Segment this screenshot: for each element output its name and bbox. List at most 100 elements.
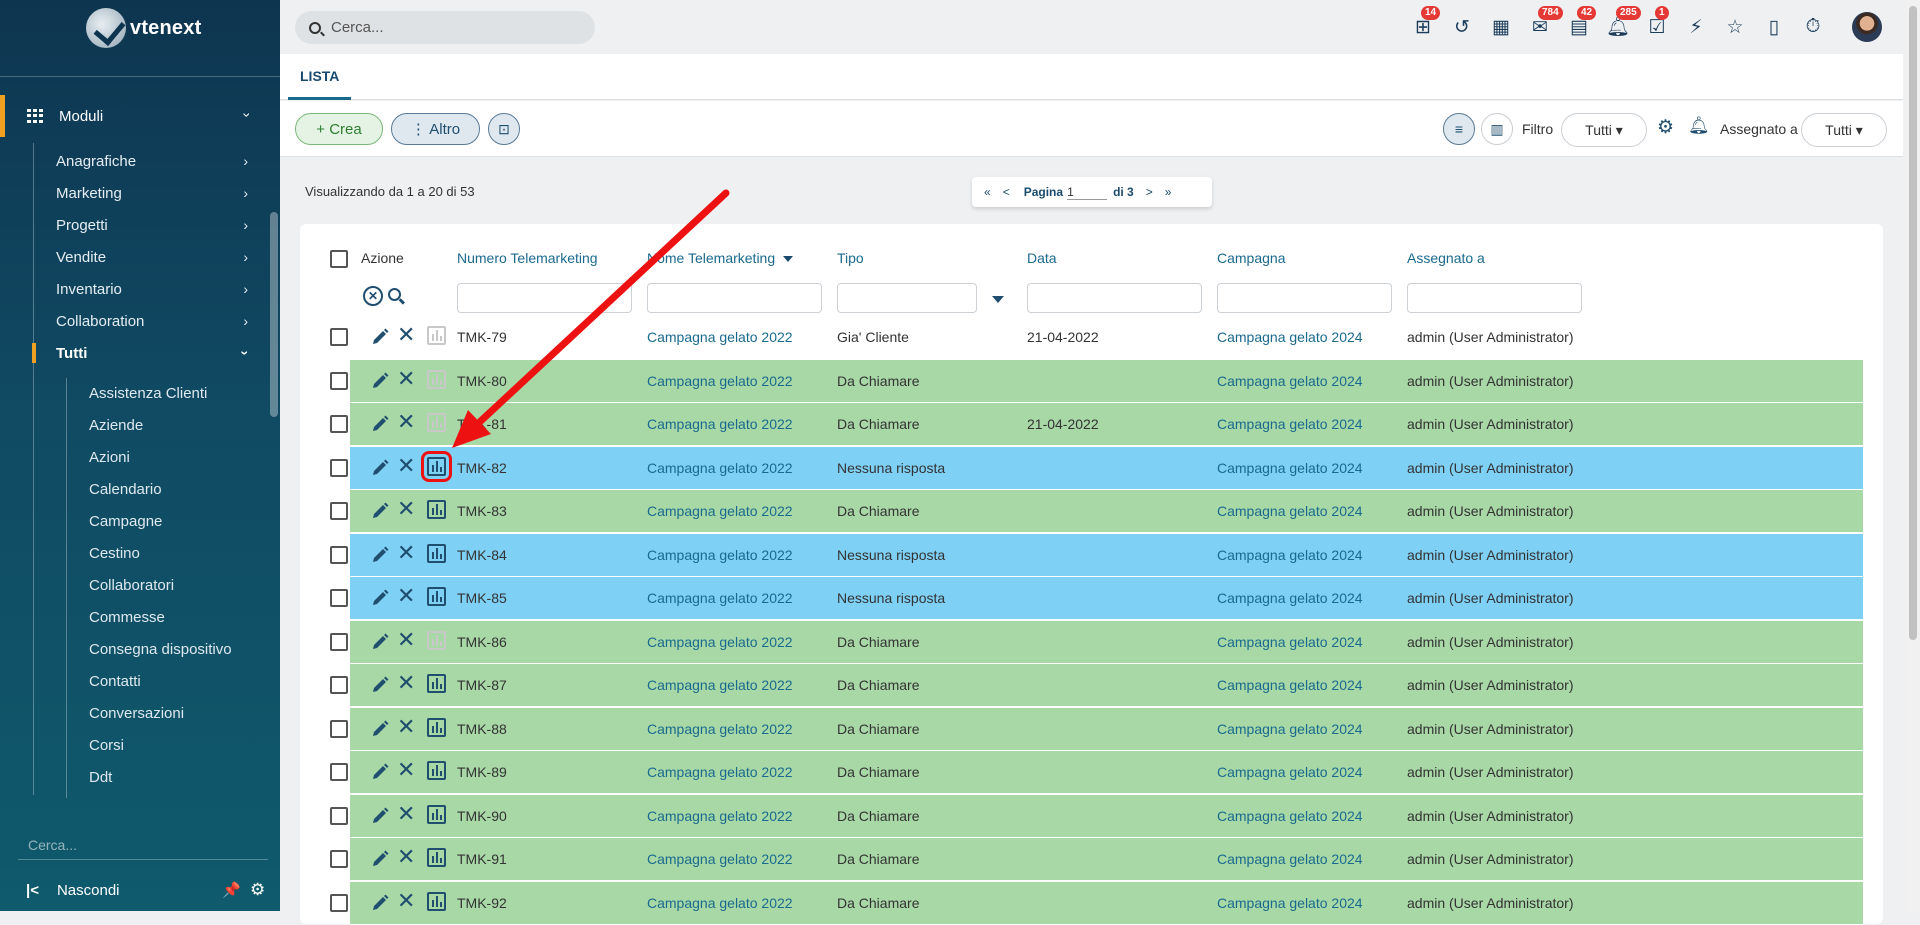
cell-campaign[interactable]: Campagna gelato 2024 [1217,460,1363,476]
edit-pencil-icon[interactable] [370,675,390,695]
sidebar-item-collaboration[interactable]: Collaboration › [56,307,256,335]
row-checkbox[interactable] [330,676,348,694]
sidebar-subitem[interactable]: Conversazioni [89,701,184,725]
table-row[interactable]: ✕ TMK-85 Campagna gelato 2022 Nessuna rispo… [330,577,1863,620]
sidebar-modules-toggle[interactable]: Moduli › [0,95,270,137]
page-input[interactable]: 1 [1067,185,1108,200]
bell-icon[interactable]: 🔔︎ [1688,116,1710,136]
create-button[interactable]: + Crea [295,113,383,145]
delete-icon[interactable]: ✕ [397,454,415,477]
edit-pencil-icon[interactable] [370,588,390,608]
sidebar-subitem[interactable]: Collaboratori [89,573,174,597]
col-header-assigned[interactable]: Assegnato a [1407,250,1485,266]
cell-campaign[interactable]: Campagna gelato 2024 [1217,895,1363,911]
filter-campaign-input[interactable] [1217,283,1392,313]
col-header-campaign[interactable]: Campagna [1217,250,1286,266]
processes-icon[interactable]: ⊞ 14 [1410,6,1441,40]
sidebar-item-inventario[interactable]: Inventario › [56,275,256,303]
cell-name[interactable]: Campagna gelato 2022 [647,895,793,911]
next-page-button[interactable]: > [1146,185,1153,199]
row-checkbox[interactable] [330,589,348,607]
hide-sidebar-button[interactable]: Nascondi [57,882,120,899]
table-row[interactable]: ✕ TMK-92 Campagna gelato 2022 Da Chiamare Ca… [330,881,1863,925]
delete-icon[interactable]: ✕ [397,541,415,564]
cell-name[interactable]: Campagna gelato 2022 [647,373,793,389]
collapse-icon[interactable]: |< [26,882,39,899]
table-row[interactable]: ✕ TMK-87 Campagna gelato 2022 Da Chiamare Ca… [330,664,1863,707]
prev-page-button[interactable]: < [1003,185,1010,199]
table-row[interactable]: ✕ TMK-90 Campagna gelato 2022 Da Chiamare Ca… [330,794,1863,838]
cell-name[interactable]: Campagna gelato 2022 [647,634,793,650]
cell-campaign[interactable]: Campagna gelato 2024 [1217,373,1363,389]
edit-pencil-icon[interactable] [370,545,390,565]
cell-name[interactable]: Campagna gelato 2022 [647,764,793,780]
row-checkbox[interactable] [330,415,348,433]
cell-name[interactable]: Campagna gelato 2022 [647,416,793,432]
delete-icon[interactable]: ✕ [397,889,415,912]
filter-name-input[interactable] [647,283,822,313]
more-button[interactable]: ⋮ Altro [391,113,480,145]
cell-name[interactable]: Campagna gelato 2022 [647,460,793,476]
user-avatar[interactable] [1852,12,1882,42]
edit-pencil-icon[interactable] [370,849,390,869]
cell-campaign[interactable]: Campagna gelato 2024 [1217,329,1363,345]
edit-pencil-icon[interactable] [370,327,390,347]
page-scrollbar[interactable] [1906,0,1920,911]
list-view-icon[interactable]: ≡ [1443,113,1475,145]
delete-icon[interactable]: ✕ [397,628,415,651]
document-icon[interactable]: ▯ [1761,14,1787,40]
table-row[interactable]: ✕ TMK-83 Campagna gelato 2022 Da Chiamare Ca… [330,490,1863,533]
delete-icon[interactable]: ✕ [397,672,415,694]
timer-icon[interactable]: ⏱︎ [1800,14,1826,40]
edit-pencil-icon[interactable] [370,414,390,434]
edit-pencil-icon[interactable] [370,893,390,913]
col-header-name[interactable]: Nome Telemarketing [647,250,794,266]
delete-icon[interactable]: ✕ [397,802,415,825]
report-chart-icon[interactable] [427,717,446,737]
report-chart-icon[interactable] [427,848,446,867]
cell-campaign[interactable]: Campagna gelato 2024 [1217,503,1363,519]
row-checkbox[interactable] [330,632,348,651]
cell-campaign[interactable]: Campagna gelato 2024 [1217,764,1363,780]
sidebar-item-marketing[interactable]: Marketing › [56,179,256,207]
delete-icon[interactable]: ✕ [397,498,415,520]
row-checkbox[interactable] [330,328,348,346]
col-header-date[interactable]: Data [1027,250,1057,266]
delete-icon[interactable]: ✕ [397,324,415,346]
table-row[interactable]: ✕ TMK-82 Campagna gelato 2022 Nessuna rispo… [330,446,1863,490]
row-checkbox[interactable] [330,763,348,781]
chevron-down-icon[interactable] [992,296,1004,303]
clear-filters-icon[interactable]: ✕ [363,286,383,306]
assigned-select[interactable]: Tutti ▾ [1801,113,1887,147]
row-checkbox[interactable] [330,893,348,912]
table-row[interactable]: ✕ TMK-89 Campagna gelato 2022 Da Chiamare Ca… [330,751,1863,794]
cell-campaign[interactable]: Campagna gelato 2024 [1217,590,1363,606]
delete-icon[interactable]: ✕ [397,411,415,433]
table-row[interactable]: ✕ TMK-80 Campagna gelato 2022 Da Chiamare Ca… [330,359,1863,403]
filter-assigned-input[interactable] [1407,283,1582,313]
cell-campaign[interactable]: Campagna gelato 2024 [1217,677,1363,693]
cell-name[interactable]: Campagna gelato 2022 [647,851,793,867]
sidebar-search-input[interactable]: Cerca... [18,830,268,860]
sidebar-subitem[interactable]: Azioni [89,445,130,469]
cell-campaign[interactable]: Campagna gelato 2024 [1217,547,1363,563]
table-row[interactable]: ✕ TMK-79 Campagna gelato 2022 Gia' Cliente 2… [300,316,1863,359]
star-icon[interactable]: ☆ [1722,14,1748,40]
tab-lista[interactable]: LISTA [288,54,352,100]
gear-icon[interactable]: ⚙ [250,880,265,900]
delete-icon[interactable]: ✕ [397,715,415,738]
cell-name[interactable]: Campagna gelato 2022 [647,547,793,563]
gear-icon[interactable]: ⚙ [1657,116,1674,139]
sidebar-item-vendite[interactable]: Vendite › [56,243,256,271]
row-checkbox[interactable] [330,850,348,868]
edit-pencil-icon[interactable] [370,762,390,782]
cell-name[interactable]: Campagna gelato 2022 [647,503,793,519]
sidebar-subitem[interactable]: Ddt [89,765,112,789]
report-chart-icon[interactable] [427,674,446,693]
delete-icon[interactable]: ✕ [397,759,415,781]
edit-pencil-icon[interactable] [370,501,390,521]
table-row[interactable]: ✕ TMK-88 Campagna gelato 2022 Da Chiamare Ca… [330,707,1863,751]
messages-icon[interactable]: ▤ 42 [1566,6,1597,40]
cell-name[interactable]: Campagna gelato 2022 [647,677,793,693]
sidebar-subitem[interactable]: Calendario [89,477,162,501]
